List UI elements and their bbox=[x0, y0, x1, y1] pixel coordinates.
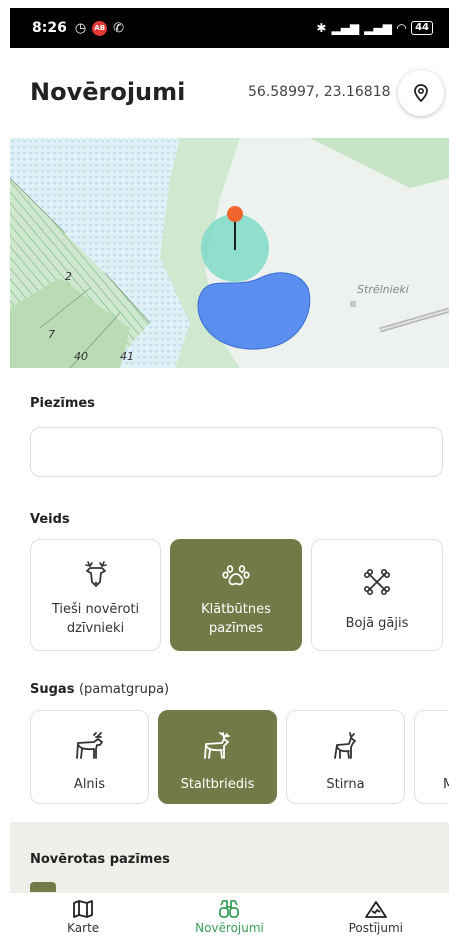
parcel-label: 40 bbox=[74, 350, 88, 363]
species-option-label: Staltbriedis bbox=[180, 777, 255, 792]
species-section-label: Sugas (pamatgrupa) bbox=[30, 682, 169, 697]
map-view[interactable]: Strēlnieki 2 7 40 41 bbox=[10, 138, 449, 368]
roe-deer-icon bbox=[333, 732, 356, 759]
nav-karte[interactable]: Karte bbox=[10, 893, 156, 946]
notification-app-icon: AB bbox=[92, 20, 108, 36]
notes-input[interactable] bbox=[30, 427, 443, 477]
signal-icon: ▂▄▆ bbox=[331, 21, 360, 35]
observed-signs-label: Novērotas pazīmes bbox=[30, 852, 170, 867]
species-label: Sugas bbox=[30, 682, 75, 697]
wifi-icon: ◠ bbox=[396, 21, 407, 35]
bottom-navigation: Karte Novērojumi Postījumi bbox=[10, 892, 449, 946]
type-section-label: Veids bbox=[30, 512, 70, 527]
species-option-label: Stirna bbox=[326, 777, 365, 792]
species-option-stirna[interactable]: Stirna bbox=[286, 710, 405, 804]
page-header: Novērojumi 56.58997, 23.16818 bbox=[10, 64, 449, 124]
red-deer-icon bbox=[203, 732, 230, 759]
species-option-more[interactable]: M bbox=[414, 710, 449, 804]
nav-label: Karte bbox=[67, 921, 100, 935]
notes-label: Piezīmes bbox=[30, 396, 95, 411]
map-icon bbox=[73, 900, 94, 918]
app-screen: 8:26 ◷ AB ✆ ✱ ▂▄▆ ▂▄▆ ◠ 44 Novērojumi 56… bbox=[10, 0, 449, 946]
paw-print-icon bbox=[222, 565, 250, 586]
type-option-direct[interactable]: Tieši novēroti dzīvnieki bbox=[30, 539, 161, 651]
type-option-signs[interactable]: Klātbūtnes pazīmes bbox=[170, 539, 302, 651]
moose-icon bbox=[75, 732, 103, 759]
type-option-label: Tieši novēroti dzīvnieki bbox=[51, 602, 140, 636]
parcel-label: 7 bbox=[48, 328, 55, 341]
page-title: Novērojumi bbox=[30, 78, 186, 106]
nav-label: Postījumi bbox=[348, 921, 404, 935]
deer-head-icon bbox=[84, 561, 107, 587]
coordinates-readout: 56.58997, 23.16818 bbox=[248, 84, 391, 100]
status-indicators: ✱ ▂▄▆ ▂▄▆ ◠ 44 bbox=[316, 21, 433, 35]
nav-postijumi[interactable]: Postījumi bbox=[303, 893, 449, 946]
binoculars-icon bbox=[219, 900, 240, 918]
map-canvas: Strēlnieki 2 7 40 41 bbox=[10, 138, 449, 368]
parcel-label: 2 bbox=[65, 270, 72, 283]
observed-signs-panel: Novērotas pazīmes bbox=[10, 822, 449, 892]
species-option-label: M bbox=[443, 777, 449, 792]
status-bar: 8:26 ◷ AB ✆ ✱ ▂▄▆ ▂▄▆ ◠ 44 bbox=[10, 0, 449, 48]
mountain-icon bbox=[364, 901, 387, 918]
parcel-label: 41 bbox=[120, 350, 134, 363]
species-option-alnis[interactable]: Alnis bbox=[30, 710, 149, 804]
species-sublabel: (pamatgrupa) bbox=[78, 682, 170, 697]
nav-novērojumi[interactable]: Novērojumi bbox=[156, 893, 302, 946]
bluetooth-icon: ✱ bbox=[316, 21, 327, 35]
species-option-label: Alnis bbox=[73, 777, 106, 792]
sign-checkbox[interactable] bbox=[30, 882, 56, 892]
map-place-label: Strēlnieki bbox=[357, 283, 409, 296]
location-button[interactable] bbox=[398, 70, 444, 116]
species-option-staltbriedis[interactable]: Staltbriedis bbox=[158, 710, 277, 804]
missed-call-icon: ✆ bbox=[113, 20, 125, 36]
nav-label: Novērojumi bbox=[195, 921, 264, 935]
signal-2-icon: ▂▄▆ bbox=[364, 21, 392, 35]
alarm-icon: ◷ bbox=[74, 20, 87, 36]
status-time: 8:26 bbox=[32, 20, 67, 36]
crossed-bones-icon bbox=[363, 568, 391, 596]
type-option-label: Klātbūtnes pazīmes bbox=[201, 602, 271, 636]
type-option-dead[interactable]: Bojā gājis bbox=[311, 539, 443, 651]
battery-icon: 44 bbox=[411, 21, 433, 35]
location-pin-icon bbox=[414, 84, 428, 102]
type-option-label: Bojā gājis bbox=[345, 616, 409, 631]
